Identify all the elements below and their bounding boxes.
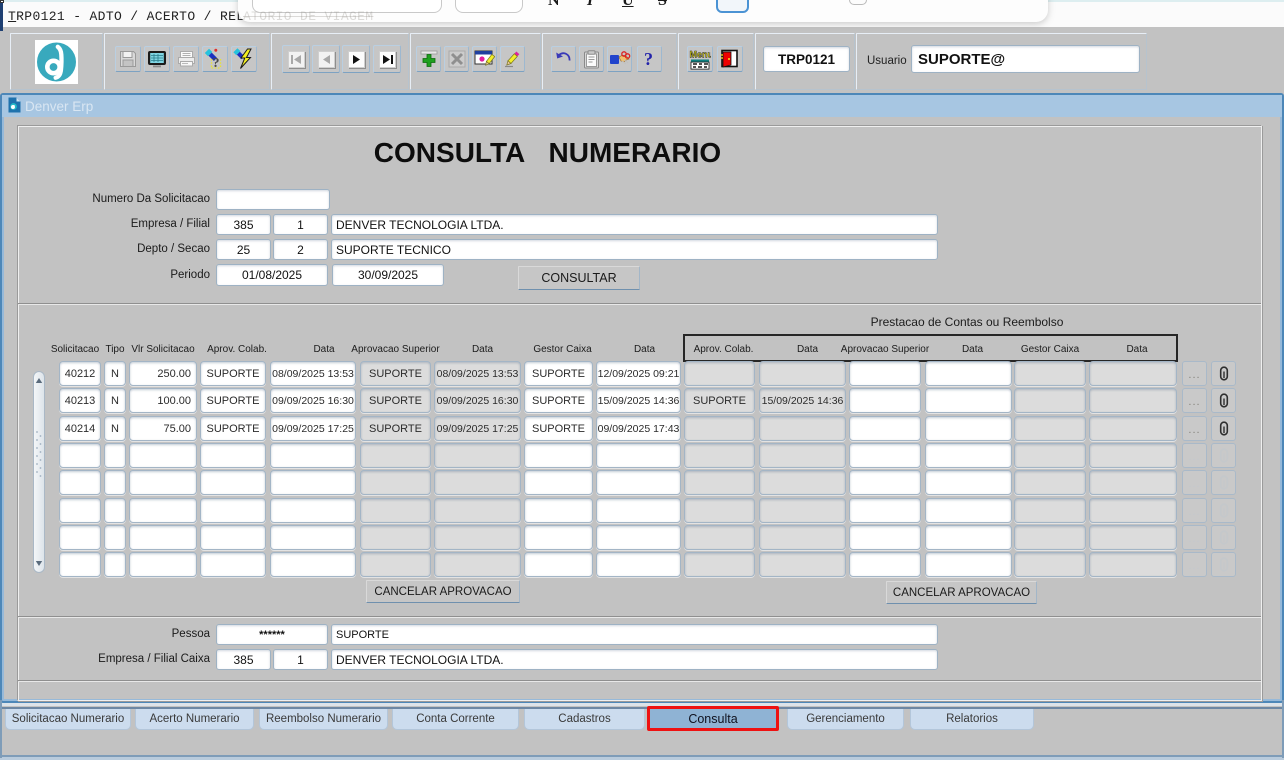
- svg-text:Menu: Menu: [690, 49, 712, 59]
- svg-text:?: ?: [644, 49, 653, 69]
